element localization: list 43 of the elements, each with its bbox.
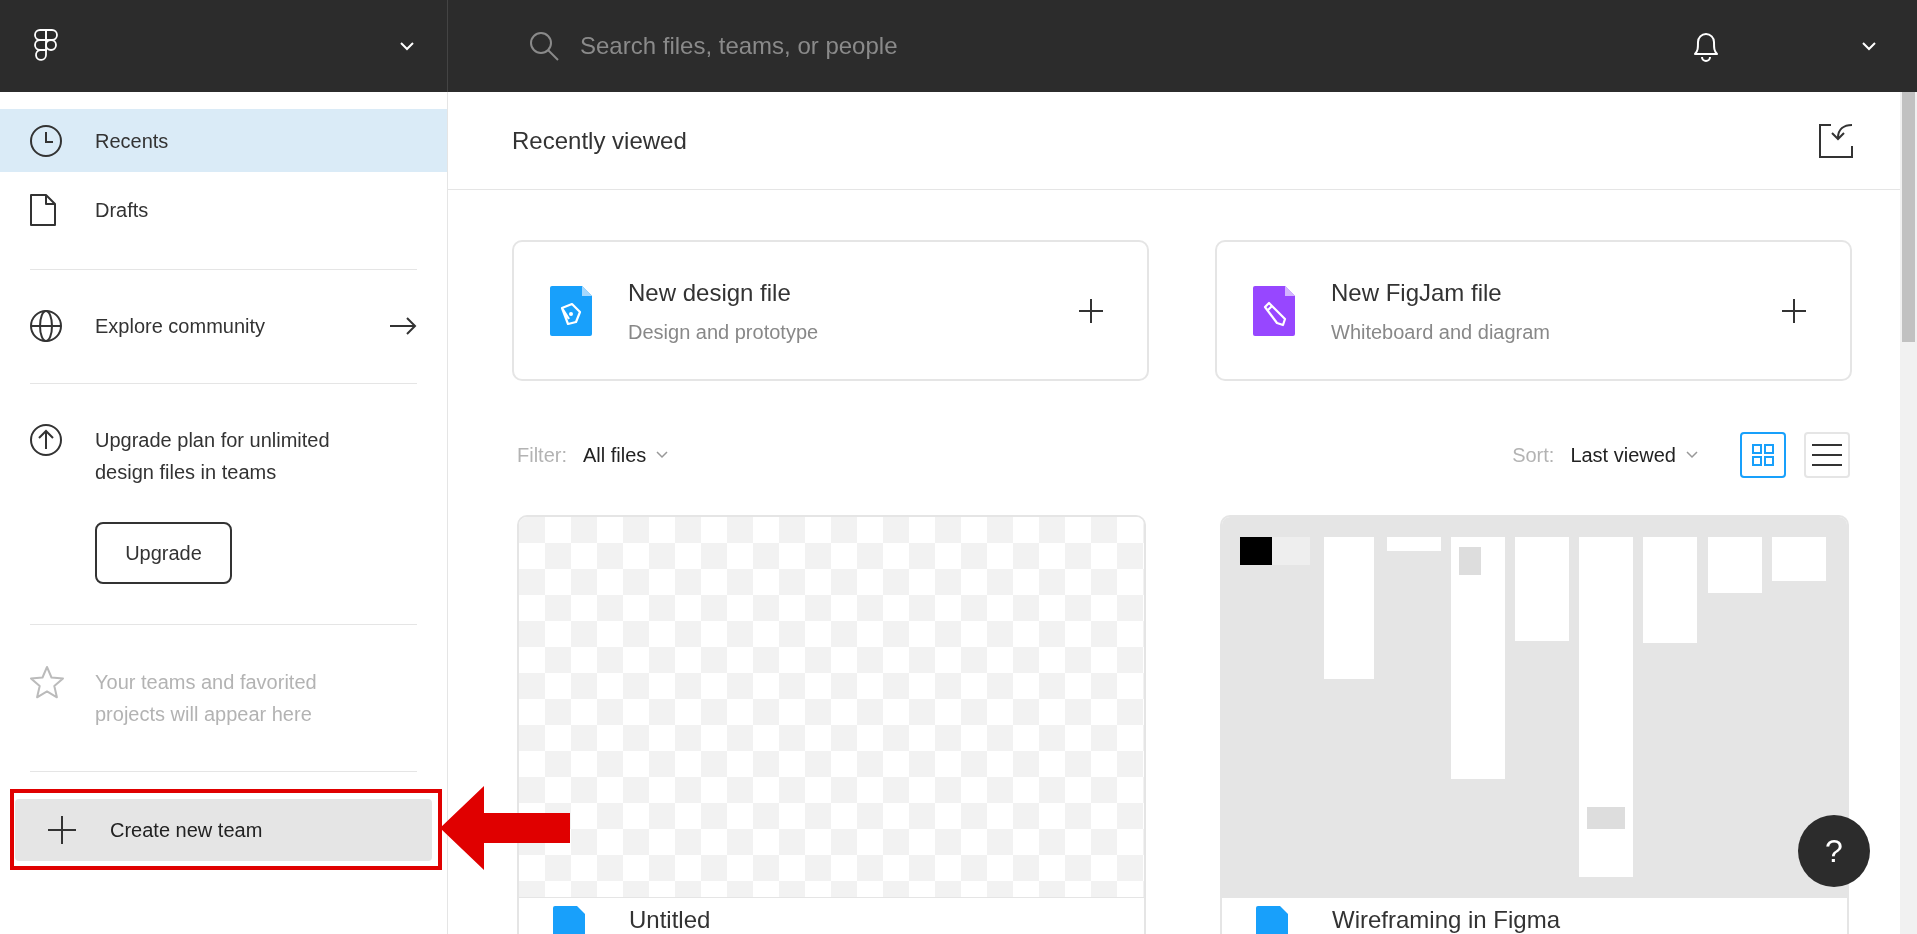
grid-view-button[interactable] bbox=[1740, 432, 1786, 478]
filter-label: Filter: bbox=[517, 443, 567, 468]
search-icon bbox=[528, 30, 560, 62]
globe-icon bbox=[29, 309, 63, 343]
profile-menu-button[interactable] bbox=[1861, 41, 1877, 51]
sort-dropdown[interactable]: Last viewed bbox=[1570, 440, 1698, 470]
import-icon[interactable] bbox=[1819, 123, 1853, 158]
new-file-card[interactable]: New FigJam file Whiteboard and diagram bbox=[1215, 240, 1852, 381]
bell-icon[interactable] bbox=[1691, 30, 1721, 62]
create-team-button[interactable]: Create new team bbox=[15, 799, 432, 861]
file-icon bbox=[29, 192, 57, 227]
chevron-down-icon bbox=[1686, 451, 1698, 459]
file-icon bbox=[553, 906, 585, 934]
figjam-file-icon bbox=[1253, 285, 1295, 336]
chevron-down-icon bbox=[1861, 41, 1877, 51]
star-icon bbox=[29, 665, 65, 699]
file-title[interactable]: Wireframing in Figma bbox=[1332, 906, 1561, 934]
upgrade-text: Upgrade plan for unlimited design files in teams bbox=[95, 428, 331, 485]
chevron-down-icon bbox=[656, 451, 669, 459]
plus-icon bbox=[47, 815, 77, 845]
upgrade-button[interactable]: Upgrade bbox=[95, 522, 232, 584]
plus-icon bbox=[1079, 298, 1103, 323]
scrollbar-thumb[interactable] bbox=[1902, 92, 1915, 342]
chevron-down-icon bbox=[399, 41, 415, 51]
list-icon bbox=[1812, 444, 1842, 466]
clock-icon bbox=[29, 123, 63, 158]
sort-label: Sort: bbox=[1512, 443, 1555, 468]
page-title: Recently viewed bbox=[512, 125, 687, 156]
logo-icon[interactable] bbox=[34, 29, 58, 63]
list-view-button[interactable] bbox=[1804, 432, 1850, 478]
grid-icon bbox=[1752, 444, 1774, 466]
file-icon bbox=[1256, 906, 1288, 934]
explore-community-link[interactable]: Explore community bbox=[0, 295, 447, 357]
account-menu-button[interactable] bbox=[399, 41, 415, 51]
design-file-icon bbox=[550, 285, 592, 336]
file-title[interactable]: Untitled bbox=[629, 906, 711, 934]
sidebar-item[interactable]: Recents bbox=[0, 109, 447, 172]
new-file-card[interactable]: New design file Design and prototype bbox=[512, 240, 1149, 381]
filter-dropdown[interactable]: All files bbox=[583, 440, 669, 470]
arrow-right-icon bbox=[389, 316, 417, 336]
plus-icon bbox=[1782, 298, 1806, 323]
search-field[interactable]: Search files, teams, or people bbox=[580, 28, 1180, 64]
favorites-hint-text: Your teams and favorited projects will appear here bbox=[95, 670, 318, 727]
